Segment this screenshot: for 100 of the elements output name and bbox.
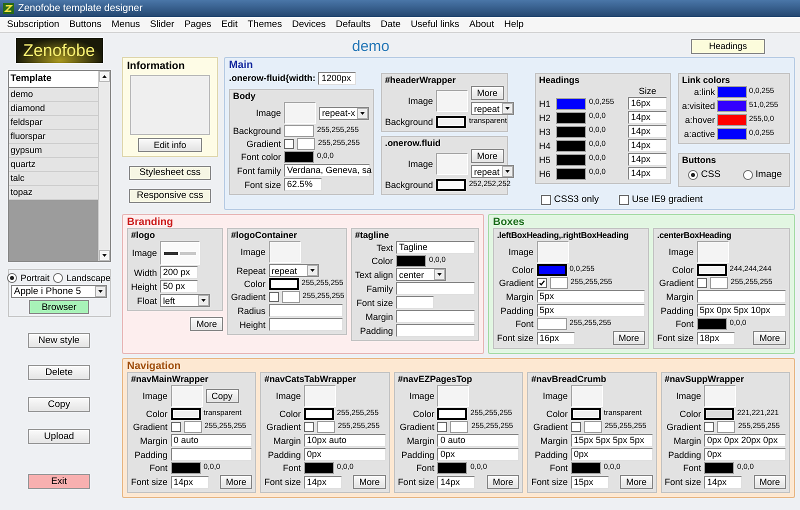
scrollbar[interactable] <box>98 71 110 261</box>
text-field[interactable]: 14px <box>628 139 667 152</box>
text-field[interactable]: 200 px <box>160 266 198 279</box>
color-swatch[interactable] <box>536 264 567 276</box>
dropdown[interactable]: repeat-x <box>319 106 370 120</box>
color-swatch[interactable] <box>556 112 586 124</box>
menu-item[interactable]: Buttons <box>64 19 106 30</box>
color-swatch[interactable] <box>696 318 727 330</box>
menu-item[interactable]: Pages <box>179 19 216 30</box>
text-field[interactable]: 5px <box>536 290 646 303</box>
color-swatch[interactable] <box>436 116 466 128</box>
text-field[interactable]: 14px <box>170 476 209 488</box>
logo-thumbnail[interactable] <box>160 241 200 265</box>
color-swatch[interactable] <box>282 291 300 303</box>
color-swatch[interactable] <box>717 421 736 433</box>
color-swatch[interactable] <box>437 462 468 474</box>
color-swatch[interactable] <box>304 462 334 474</box>
text-field[interactable]: 0px <box>304 448 386 461</box>
color-swatch[interactable] <box>570 408 601 420</box>
text-field[interactable]: 62.5% <box>284 178 322 191</box>
text-field[interactable]: 15px <box>570 476 609 488</box>
text-field[interactable] <box>268 318 343 331</box>
action-button[interactable]: More <box>470 86 504 100</box>
text-field[interactable]: Tagline <box>396 241 475 254</box>
text-field[interactable] <box>396 324 475 337</box>
radio-button[interactable] <box>7 273 18 283</box>
css-button[interactable]: Stylesheet css <box>129 166 211 180</box>
checkbox[interactable] <box>618 194 629 204</box>
checkbox[interactable] <box>536 278 547 288</box>
menu-item[interactable]: Themes <box>242 19 287 30</box>
text-field[interactable]: 14px <box>704 476 742 488</box>
text-field[interactable]: 16px <box>628 97 667 110</box>
text-field[interactable]: 0px 0px 20px 0px <box>704 434 786 447</box>
color-swatch[interactable] <box>268 278 299 290</box>
text-field[interactable]: 16px <box>536 332 575 344</box>
text-field[interactable]: 0px <box>704 448 786 461</box>
color-swatch[interactable] <box>584 421 602 433</box>
action-button[interactable]: More <box>486 475 520 489</box>
text-field[interactable]: 1200px <box>318 72 356 84</box>
color-swatch[interactable] <box>297 138 316 150</box>
dropdown[interactable]: repeat <box>470 102 514 115</box>
text-field[interactable]: 14px <box>628 125 667 138</box>
action-button[interactable]: Copy <box>206 389 239 403</box>
dropdown[interactable]: left <box>160 294 210 307</box>
color-swatch[interactable] <box>437 408 468 420</box>
text-field[interactable]: 14px <box>437 476 476 488</box>
sidebar-button[interactable]: Delete <box>28 365 90 380</box>
color-swatch[interactable] <box>570 462 601 474</box>
text-field[interactable] <box>396 282 475 295</box>
menu-item[interactable]: Menus <box>106 19 146 30</box>
text-field[interactable]: 14px <box>628 153 667 166</box>
text-field[interactable] <box>268 304 343 317</box>
text-field[interactable]: 15px 5px 5px 5px <box>570 434 653 447</box>
text-field[interactable] <box>696 290 786 303</box>
headings-button[interactable]: Headings <box>691 38 765 54</box>
text-field[interactable] <box>396 296 434 309</box>
checkbox[interactable] <box>437 422 448 432</box>
action-button[interactable]: More <box>612 331 646 345</box>
action-button[interactable]: More <box>220 475 252 489</box>
dropdown[interactable]: center <box>396 268 446 281</box>
color-swatch[interactable] <box>316 421 335 433</box>
text-field[interactable] <box>170 448 252 461</box>
edit-info-button[interactable]: Edit info <box>138 138 202 152</box>
dropdown[interactable]: repeat <box>470 165 514 178</box>
text-field[interactable]: 14px <box>628 111 667 124</box>
text-field[interactable]: 5px <box>536 304 646 317</box>
text-field[interactable]: 10px auto <box>304 434 386 447</box>
sidebar-button[interactable]: Upload <box>28 429 90 444</box>
browser-button[interactable]: Browser <box>29 300 89 314</box>
text-field[interactable] <box>396 310 475 323</box>
menu-item[interactable]: Subscription <box>2 19 64 30</box>
action-button[interactable]: More <box>470 149 504 163</box>
color-swatch[interactable] <box>710 277 728 289</box>
text-field[interactable]: 0 auto <box>170 434 252 447</box>
color-swatch[interactable] <box>170 462 201 474</box>
dropdown[interactable]: repeat <box>268 264 319 277</box>
action-button[interactable]: More <box>190 317 223 331</box>
text-field[interactable]: 14px <box>304 476 342 488</box>
color-swatch[interactable] <box>717 86 748 98</box>
color-swatch[interactable] <box>696 264 727 276</box>
color-swatch[interactable] <box>304 408 334 420</box>
list-item[interactable]: demo <box>8 88 98 102</box>
radio-button[interactable] <box>742 170 753 180</box>
checkbox[interactable] <box>541 194 551 204</box>
action-button[interactable]: More <box>753 331 786 345</box>
checkbox[interactable] <box>268 292 279 302</box>
checkbox[interactable] <box>284 139 294 149</box>
color-swatch[interactable] <box>717 100 748 112</box>
list-item[interactable]: talc <box>8 172 98 186</box>
color-swatch[interactable] <box>704 462 734 474</box>
text-field[interactable]: Verdana, Geneva, sa <box>284 164 370 177</box>
sidebar-button[interactable]: Copy <box>28 397 90 412</box>
color-swatch[interactable] <box>556 168 586 180</box>
list-item[interactable]: gypsum <box>8 144 98 158</box>
menu-item[interactable]: Help <box>499 19 529 30</box>
list-item[interactable]: diamond <box>8 102 98 116</box>
color-swatch[interactable] <box>556 126 586 138</box>
color-swatch[interactable] <box>284 151 314 163</box>
list-item[interactable]: quartz <box>8 158 98 172</box>
text-field[interactable]: 14px <box>628 167 667 180</box>
